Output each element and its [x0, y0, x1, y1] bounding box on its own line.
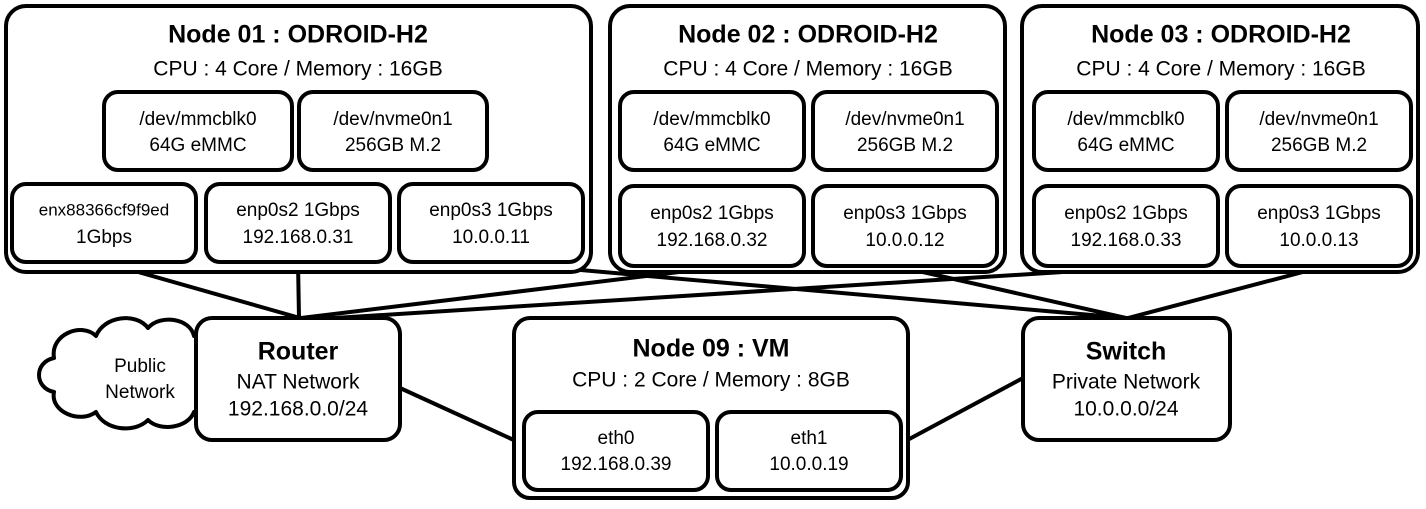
node02-storage-0-detail: 64G eMMC	[663, 135, 760, 156]
node09-nic-0-name: eth0	[598, 428, 635, 449]
node03-nic-1-name: enp0s3 1Gbps	[1257, 203, 1381, 224]
node09-nic-1-name: eth1	[791, 428, 828, 449]
node02-nic-0-outline	[618, 184, 806, 268]
node02-nic-1-name: enp0s3 1Gbps	[843, 203, 967, 224]
node01-storage-0-outline	[102, 90, 294, 172]
node02-storage-1-name: /dev/nvme0n1	[845, 109, 964, 130]
node01-storage-mmcblk0[interactable]: /dev/mmcblk0 64G eMMC	[102, 90, 294, 172]
router-card[interactable]: Router NAT Network 192.168.0.0/24	[194, 316, 402, 442]
node09-nic-0-detail: 192.168.0.39	[561, 454, 672, 475]
node01-nic-0-name: enx88366cf9f9ed	[39, 200, 169, 219]
node01-storage-nvme0n1[interactable]: /dev/nvme0n1 256GB M.2	[297, 90, 489, 172]
node09-nic-1-outline	[715, 410, 903, 492]
node-card-node03[interactable]: Node 03 : ODROID-H2 CPU : 4 Core / Memor…	[1020, 4, 1420, 274]
node-card-node01[interactable]: Node 01 : ODROID-H2 CPU : 4 Core / Memor…	[4, 4, 593, 274]
node02-nic-0-detail: 192.168.0.32	[657, 230, 768, 251]
node01-spec: CPU : 4 Core / Memory : 16GB	[153, 58, 442, 81]
node01-nic-2-name: enp0s3 1Gbps	[429, 200, 553, 221]
node02-storage-0-outline	[618, 90, 806, 172]
node02-storage-0-name: /dev/mmcblk0	[653, 109, 770, 130]
node02-nic-enp0s3[interactable]: enp0s3 1Gbps 10.0.0.12	[811, 184, 999, 268]
node03-storage-0-name: /dev/mmcblk0	[1067, 109, 1184, 130]
node01-nic-enp0s2[interactable]: enp0s2 1Gbps 192.168.0.31	[204, 182, 392, 264]
node01-nic-1-name: enp0s2 1Gbps	[236, 200, 360, 221]
node09-spec: CPU : 2 Core / Memory : 8GB	[572, 369, 850, 392]
link-node02-enp0s2-to-router	[300, 266, 713, 320]
node02-nic-enp0s2[interactable]: enp0s2 1Gbps 192.168.0.32	[618, 184, 806, 268]
node09-nic-eth0[interactable]: eth0 192.168.0.39	[522, 410, 710, 492]
node03-nic-0-detail: 192.168.0.33	[1071, 230, 1182, 251]
node02-spec: CPU : 4 Core / Memory : 16GB	[663, 58, 952, 81]
router-network-label: NAT Network	[237, 371, 360, 394]
link-node03-enp0s3-to-switch	[1127, 266, 1319, 320]
node02-nic-1-outline	[811, 184, 999, 268]
node02-storage-1-detail: 256GB M.2	[857, 135, 953, 156]
node03-nic-1-detail: 10.0.0.13	[1279, 230, 1358, 251]
node03-storage-0-detail: 64G eMMC	[1077, 135, 1174, 156]
node01-nic-1-detail: 192.168.0.31	[243, 227, 354, 248]
node03-storage-nvme0n1[interactable]: /dev/nvme0n1 256GB M.2	[1225, 90, 1413, 172]
node03-storage-1-detail: 256GB M.2	[1271, 135, 1367, 156]
node03-spec: CPU : 4 Core / Memory : 16GB	[1076, 58, 1365, 81]
node03-storage-0-outline	[1032, 90, 1220, 172]
node02-storage-1-outline	[811, 90, 999, 172]
node03-nic-enp0s2[interactable]: enp0s2 1Gbps 192.168.0.33	[1032, 184, 1220, 268]
node03-nic-0-name: enp0s2 1Gbps	[1064, 203, 1188, 224]
node01-nic-enx[interactable]: enx88366cf9f9ed 1Gbps	[10, 182, 198, 264]
node03-nic-0-outline	[1032, 184, 1220, 268]
node03-storage-1-name: /dev/nvme0n1	[1259, 109, 1378, 130]
link-node03-enp0s2-to-router	[302, 266, 1127, 322]
node01-title: Node 01 : ODROID-H2	[168, 21, 428, 49]
router-cidr: 192.168.0.0/24	[228, 398, 368, 421]
switch-network-label: Private Network	[1052, 371, 1201, 394]
node09-title: Node 09 : VM	[633, 335, 790, 363]
node01-nic-enp0s3[interactable]: enp0s3 1Gbps 10.0.0.11	[397, 182, 585, 264]
cloud-label-line1: Public	[114, 356, 166, 377]
switch-cidr: 10.0.0.0/24	[1073, 398, 1178, 421]
node-card-node09-vm[interactable]: Node 09 : VM CPU : 2 Core / Memory : 8GB…	[512, 316, 910, 500]
node01-nic-2-detail: 10.0.0.11	[452, 227, 530, 248]
cloud-label-line2: Network	[105, 382, 175, 403]
node03-nic-enp0s3[interactable]: enp0s3 1Gbps 10.0.0.13	[1225, 184, 1413, 268]
switch-title: Switch	[1086, 338, 1167, 366]
node09-nic-0-outline	[522, 410, 710, 492]
node02-storage-nvme0n1[interactable]: /dev/nvme0n1 256GB M.2	[811, 90, 999, 172]
node01-storage-1-outline	[297, 90, 489, 172]
node01-storage-0-name: /dev/mmcblk0	[139, 109, 256, 130]
node03-storage-1-outline	[1225, 90, 1413, 172]
node02-storage-mmcblk0[interactable]: /dev/mmcblk0 64G eMMC	[618, 90, 806, 172]
node01-storage-1-name: /dev/nvme0n1	[333, 109, 452, 130]
node09-nic-1-detail: 10.0.0.19	[769, 454, 848, 475]
node01-storage-1-detail: 256GB M.2	[345, 135, 441, 156]
node03-nic-1-outline	[1225, 184, 1413, 268]
switch-card[interactable]: Switch Private Network 10.0.0.0/24	[1021, 316, 1232, 442]
node01-nic-0-outline	[10, 182, 198, 264]
router-title: Router	[258, 338, 339, 366]
node09-nic-eth1[interactable]: eth1 10.0.0.19	[715, 410, 903, 492]
node02-nic-0-name: enp0s2 1Gbps	[650, 203, 774, 224]
node-card-node02[interactable]: Node 02 : ODROID-H2 CPU : 4 Core / Memor…	[608, 4, 1007, 274]
node01-nic-0-detail: 1Gbps	[76, 227, 132, 248]
node03-storage-mmcblk0[interactable]: /dev/mmcblk0 64G eMMC	[1032, 90, 1220, 172]
node03-title: Node 03 : ODROID-H2	[1091, 21, 1351, 49]
node01-nic-1-outline	[204, 182, 392, 264]
network-topology-diagram: Node 01 : ODROID-H2 CPU : 4 Core / Memor…	[4, 4, 1420, 500]
node01-nic-2-outline	[397, 182, 585, 264]
node01-storage-0-detail: 64G eMMC	[149, 135, 246, 156]
node02-nic-1-detail: 10.0.0.12	[865, 230, 944, 251]
node02-title: Node 02 : ODROID-H2	[678, 21, 938, 49]
